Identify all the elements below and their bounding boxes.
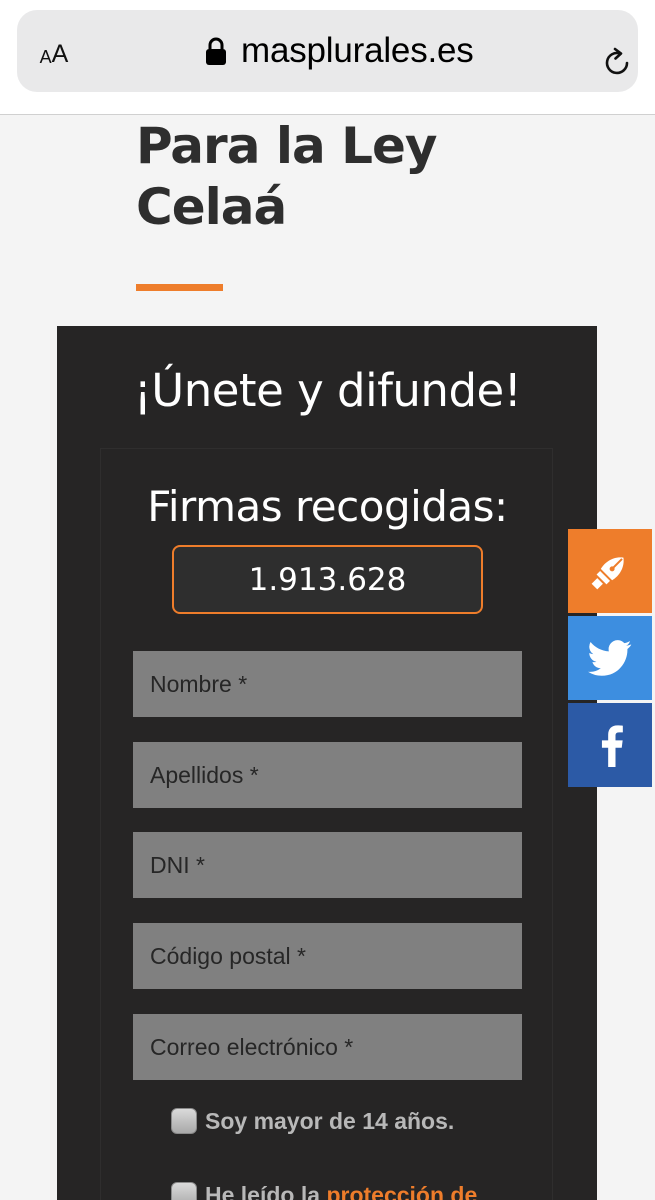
- twitter-bird-icon: [588, 640, 632, 676]
- url-text: masplurales.es: [241, 31, 474, 70]
- reload-icon[interactable]: [601, 46, 633, 78]
- lock-icon: [206, 37, 226, 65]
- age-consent-row[interactable]: Soy mayor de 14 años.: [171, 1106, 454, 1136]
- postal-code-field[interactable]: [133, 923, 522, 989]
- privacy-label-prefix: He leído la: [205, 1181, 327, 1200]
- privacy-checkbox[interactable]: [171, 1182, 197, 1200]
- text-size-large-glyph: A: [51, 40, 69, 68]
- privacy-consent-row[interactable]: He leído la protección de: [171, 1180, 477, 1200]
- address-bar[interactable]: AA masplurales.es: [17, 10, 638, 92]
- privacy-checkbox-label: He leído la protección de: [205, 1182, 477, 1200]
- text-size-small-glyph: A: [39, 47, 52, 67]
- facebook-share-button[interactable]: [568, 703, 652, 787]
- age-checkbox-label: Soy mayor de 14 años.: [205, 1107, 455, 1134]
- fountain-pen-icon: [591, 557, 624, 590]
- dni-field[interactable]: [133, 832, 522, 898]
- browser-toolbar: AA masplurales.es: [0, 0, 655, 115]
- first-name-field[interactable]: [133, 651, 522, 717]
- form-heading: ¡Únete y difunde!: [133, 364, 522, 417]
- last-name-field[interactable]: [133, 742, 522, 808]
- text-size-button[interactable]: AA: [34, 34, 74, 68]
- signature-counter-label: Firmas recogidas:: [147, 482, 508, 531]
- title-accent-underline: [136, 284, 223, 291]
- age-checkbox[interactable]: [171, 1108, 197, 1134]
- signature-counter-value: 1.913.628: [172, 545, 483, 614]
- url-display[interactable]: masplurales.es: [205, 30, 474, 72]
- page-title: Para la Ley Celaá: [136, 116, 556, 238]
- twitter-share-button[interactable]: [568, 616, 652, 700]
- page-title-line-1: Para la Ley: [136, 117, 437, 175]
- email-field[interactable]: [133, 1014, 522, 1080]
- page-title-line-2: Celaá: [136, 178, 287, 236]
- sign-share-button[interactable]: [568, 529, 652, 613]
- privacy-policy-link[interactable]: protección de: [326, 1182, 477, 1200]
- facebook-f-icon: [601, 725, 623, 767]
